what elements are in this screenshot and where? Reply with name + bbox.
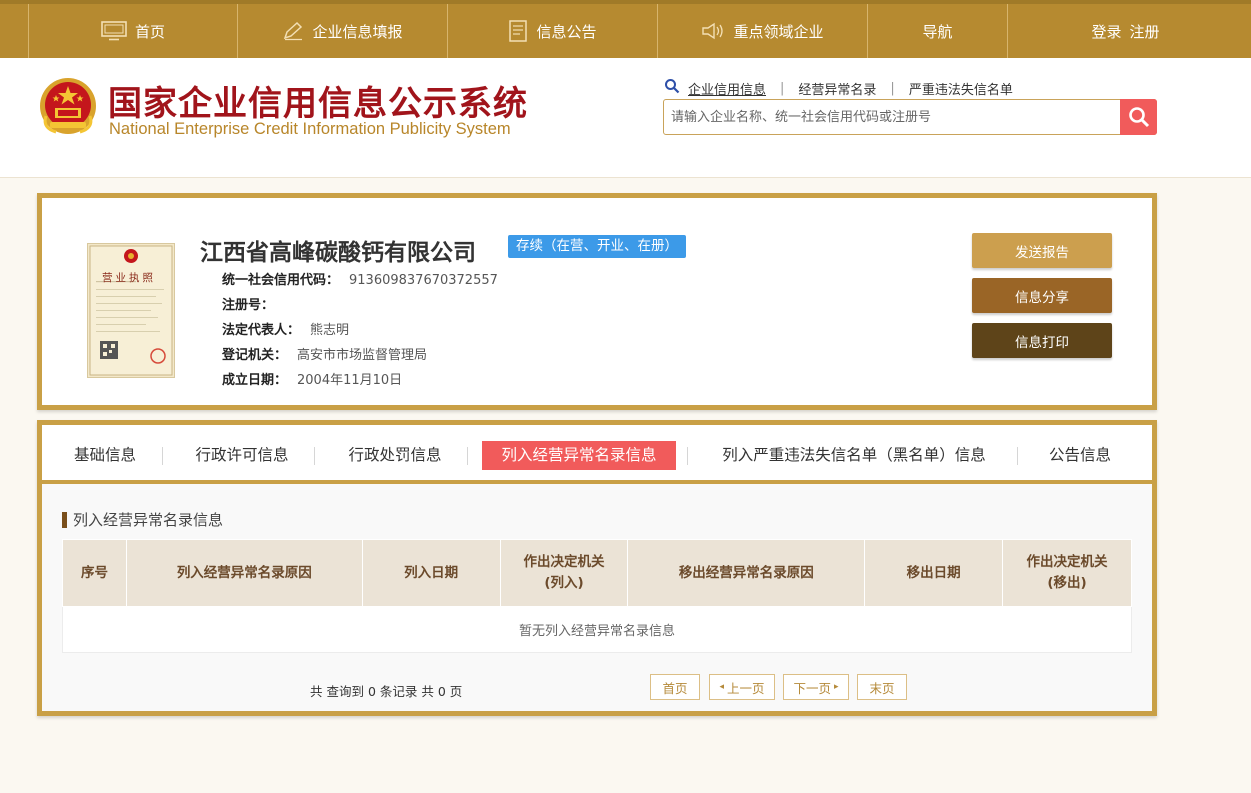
- nav-home-label: 首页: [134, 22, 165, 41]
- section-title: 列入经营异常名录信息: [62, 512, 223, 528]
- pager-prev-label: 上一页: [727, 680, 765, 696]
- search-type-tabs: 企业信用信息 | 经营异常名录 | 严重违法失信名单: [664, 78, 1013, 98]
- pager-prev-button[interactable]: ◂ 上一页: [709, 674, 775, 700]
- login-link[interactable]: 登录: [1091, 21, 1121, 42]
- field-label: 法定代表人：: [222, 323, 301, 338]
- col-out-authority: 作出决定机关 (移出): [1002, 539, 1132, 607]
- license-title: 营业执照: [102, 272, 156, 284]
- tab-penalty[interactable]: 行政处罚信息: [340, 441, 450, 470]
- col-index: 序号: [62, 539, 127, 607]
- tab-separator: |: [890, 80, 895, 96]
- national-emblem-icon: [38, 76, 98, 138]
- tab-announcement[interactable]: 公告信息: [1040, 441, 1120, 470]
- tab-abnormal[interactable]: 列入经营异常名录信息: [482, 441, 676, 470]
- company-name: 江西省高峰碳酸钙有限公司: [200, 240, 476, 266]
- tab-divider: [314, 447, 315, 465]
- field-legal-rep: 法定代表人： 熊志明: [222, 319, 349, 338]
- document-icon: [508, 20, 528, 42]
- site-title-cn: 国家企业信用信息公示系统: [108, 84, 528, 124]
- nav-notice-label: 信息公告: [536, 22, 597, 41]
- nav-notice[interactable]: 信息公告: [448, 4, 658, 58]
- field-value: 熊志明: [310, 323, 350, 338]
- site-header: 国家企业信用信息公示系统 National Enterprise Credit …: [0, 58, 1251, 178]
- business-license-image[interactable]: 营业执照: [87, 243, 175, 378]
- search-icon: [1128, 107, 1149, 128]
- abnormal-list-table: 序号 列入经营异常名录原因 列入日期 作出决定机关 (列入) 移出经营异常名录原…: [62, 539, 1132, 653]
- col-out-date: 移出日期: [864, 539, 1004, 607]
- nav-key-enterprise-label: 重点领域企业: [733, 22, 824, 41]
- nav-report[interactable]: 企业信息填报: [238, 4, 448, 58]
- search-input[interactable]: [664, 100, 1120, 134]
- share-info-button[interactable]: 信息分享: [972, 278, 1112, 313]
- field-authority: 登记机关： 高安市市场监督管理局: [222, 344, 427, 363]
- field-credit-code: 统一社会信用代码： 913609837670372557: [222, 269, 498, 288]
- pager-summary: 共 查询到 0 条记录 共 0 页: [310, 684, 463, 699]
- empty-message: 暂无列入经营异常名录信息: [62, 606, 1132, 653]
- pager-next-label: 下一页: [793, 680, 831, 696]
- chevron-right-icon: ▸: [833, 682, 839, 692]
- field-label: 统一社会信用代码：: [222, 273, 340, 288]
- field-founded: 成立日期： 2004年11月10日: [222, 369, 402, 388]
- send-report-button[interactable]: 发送报告: [972, 233, 1112, 268]
- col-in-authority: 作出决定机关 (列入): [499, 539, 629, 607]
- nav-guide[interactable]: 导航: [868, 4, 1008, 58]
- field-label: 成立日期：: [222, 373, 288, 388]
- top-nav: 首页 企业信息填报 信息公告 重点领域企业 导航 登录 注册: [0, 0, 1251, 58]
- pen-icon: [282, 21, 304, 41]
- field-label: 登记机关：: [222, 348, 288, 363]
- monitor-icon: [101, 21, 127, 41]
- table-row: 暂无列入经营异常名录信息: [62, 606, 1132, 653]
- field-value: 高安市市场监督管理局: [297, 348, 428, 363]
- chevron-left-icon: ◂: [719, 682, 724, 692]
- field-value: 2004年11月10日: [297, 373, 403, 388]
- tab-basic[interactable]: 基础信息: [62, 441, 148, 470]
- tab-divider: [687, 447, 688, 465]
- table-header-row: 序号 列入经营异常名录原因 列入日期 作出决定机关 (列入) 移出经营异常名录原…: [62, 539, 1132, 607]
- search-box: [663, 99, 1157, 135]
- search-tab-credit[interactable]: 企业信用信息: [688, 79, 766, 98]
- company-info-card: 营业执照 江西省高峰碳酸钙有限公司 存续（在营、开业、在册） 统一社会信用代码：…: [37, 193, 1157, 410]
- field-reg-no: 注册号：: [222, 294, 284, 313]
- tab-divider: [1017, 447, 1018, 465]
- tab-divider: [162, 447, 163, 465]
- field-label: 注册号：: [222, 298, 275, 313]
- status-badge: 存续（在营、开业、在册）: [508, 235, 686, 258]
- tab-divider: [467, 447, 468, 465]
- nav-guide-label: 导航: [922, 22, 953, 41]
- search-button[interactable]: [1120, 99, 1157, 135]
- pager-first-button[interactable]: 首页: [650, 674, 700, 700]
- tab-blacklist[interactable]: 列入严重违法失信名单（黑名单）信息: [714, 441, 994, 470]
- pager-last-button[interactable]: 末页: [857, 674, 907, 700]
- tab-license[interactable]: 行政许可信息: [187, 441, 297, 470]
- nav-account: 登录 注册: [1008, 4, 1243, 58]
- col-in-date: 列入日期: [361, 539, 501, 607]
- field-value: 913609837670372557: [349, 273, 498, 288]
- col-in-reason: 列入经营异常名录原因: [125, 539, 363, 607]
- info-tabs: 基础信息 行政许可信息 行政处罚信息 列入经营异常名录信息 列入严重违法失信名单…: [42, 425, 1152, 484]
- site-title-en: National Enterprise Credit Information P…: [109, 120, 511, 138]
- detail-panel: 基础信息 行政许可信息 行政处罚信息 列入经营异常名录信息 列入严重违法失信名单…: [37, 420, 1157, 716]
- pager-next-button[interactable]: 下一页 ▸: [783, 674, 849, 700]
- magnifier-icon: [664, 78, 680, 98]
- register-link[interactable]: 注册: [1130, 21, 1160, 42]
- print-info-button[interactable]: 信息打印: [972, 323, 1112, 358]
- speaker-icon: [701, 22, 725, 40]
- nav-home[interactable]: 首页: [28, 4, 238, 58]
- col-out-reason: 移出经营异常名录原因: [627, 539, 866, 607]
- search-tab-blacklist[interactable]: 严重违法失信名单: [909, 79, 1013, 98]
- tab-separator: |: [780, 80, 785, 96]
- nav-report-label: 企业信息填报: [312, 22, 403, 41]
- nav-key-enterprise[interactable]: 重点领域企业: [658, 4, 868, 58]
- search-tab-abnormal[interactable]: 经营异常名录: [798, 79, 876, 98]
